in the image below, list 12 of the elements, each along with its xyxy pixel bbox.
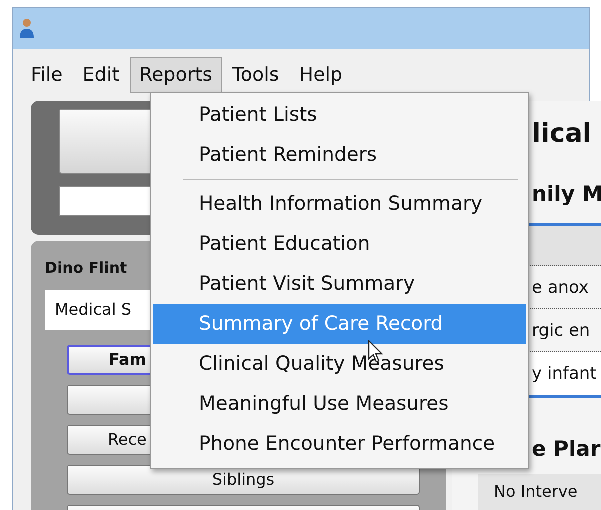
menu-option[interactable]: Phone Encounter Performance	[153, 424, 526, 464]
heading: lical	[531, 118, 593, 151]
menu-item[interactable]: File	[21, 56, 73, 94]
menu-item[interactable]: Help	[289, 56, 353, 94]
menu-option[interactable]: Patient Education	[153, 224, 526, 264]
section-value: No Interve	[478, 474, 601, 510]
menu-option[interactable]: Patient Lists	[153, 95, 526, 135]
menu-item[interactable]: Reports	[130, 56, 222, 94]
menu-item[interactable]: Tools	[222, 56, 290, 94]
patient-name: Dino Flint	[45, 258, 128, 279]
user-icon	[19, 18, 35, 40]
menu-item[interactable]: Edit	[72, 56, 130, 94]
